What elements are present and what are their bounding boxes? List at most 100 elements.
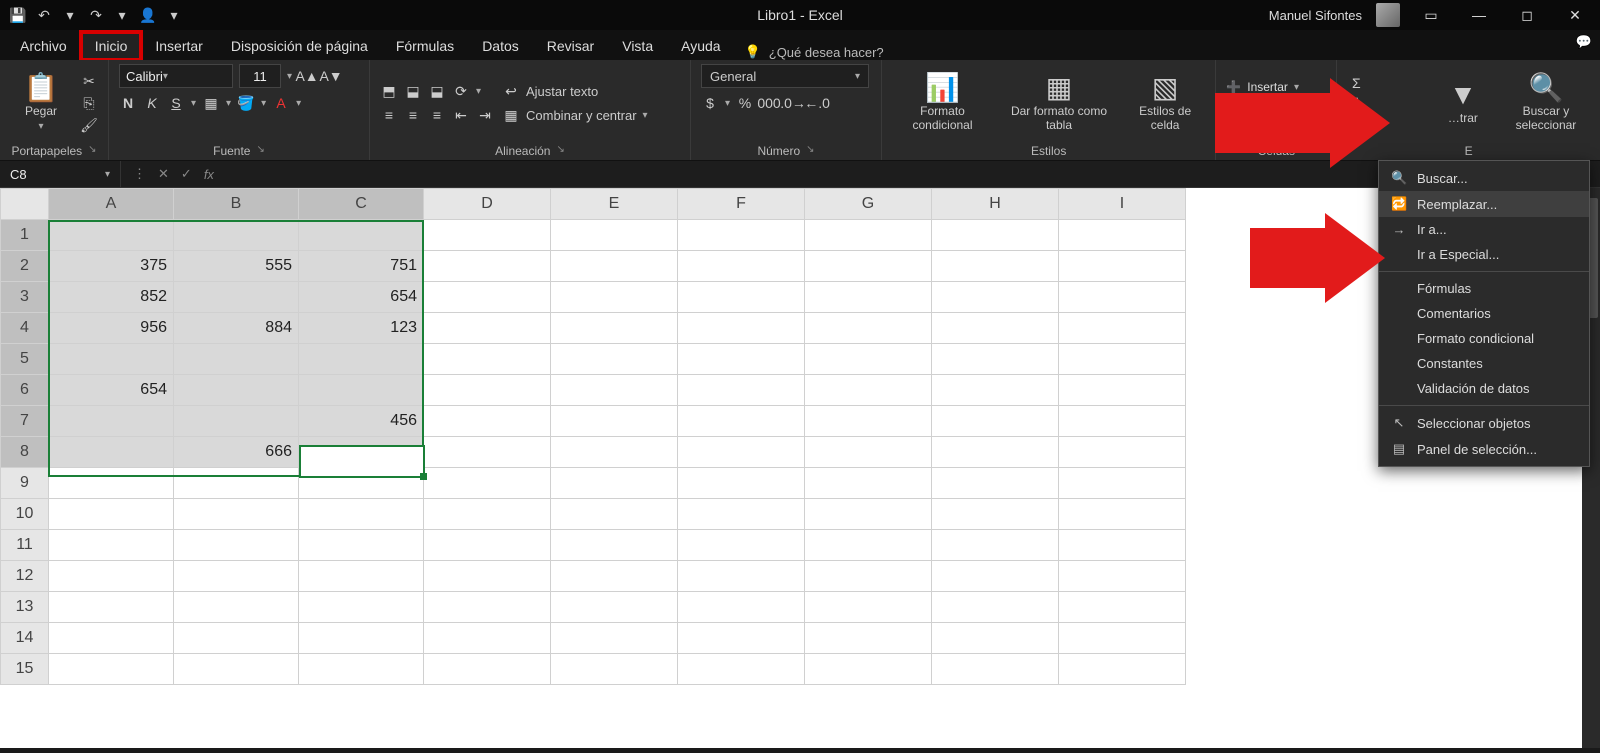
cell-B1[interactable] <box>174 220 299 251</box>
col-header-A[interactable]: A <box>49 189 174 220</box>
dialog-launcher-icon[interactable]: ↘ <box>256 144 264 158</box>
save-icon[interactable]: 💾 <box>10 7 26 23</box>
row-header-6[interactable]: 6 <box>1 375 49 406</box>
undo-icon[interactable]: ↶ <box>36 7 52 23</box>
tab-datos[interactable]: Datos <box>468 32 533 60</box>
col-header-I[interactable]: I <box>1059 189 1186 220</box>
borders-icon[interactable]: ▦ <box>202 94 220 112</box>
cell-C6[interactable] <box>299 375 424 406</box>
minimize-icon[interactable]: — <box>1462 0 1496 30</box>
italic-icon[interactable]: K <box>143 94 161 112</box>
menu-buscar[interactable]: 🔍Buscar... <box>1379 165 1589 191</box>
row-header-10[interactable]: 10 <box>1 499 49 530</box>
col-header-F[interactable]: F <box>678 189 805 220</box>
underline-icon[interactable]: S <box>167 94 185 112</box>
cell-C7[interactable]: 456 <box>299 406 424 437</box>
menu-comentarios[interactable]: Comentarios <box>1379 301 1589 326</box>
cell-C4[interactable]: 123 <box>299 313 424 344</box>
tab-insertar[interactable]: Insertar <box>141 32 216 60</box>
accept-formula-icon[interactable]: ✓ <box>181 166 192 182</box>
avatar[interactable] <box>1376 3 1400 27</box>
col-header-G[interactable]: G <box>805 189 932 220</box>
menu-validacion[interactable]: Validación de datos <box>1379 376 1589 401</box>
format-table-button[interactable]: ▦Dar formato como tabla <box>1001 72 1117 135</box>
row-header-4[interactable]: 4 <box>1 313 49 344</box>
cell-A8[interactable] <box>49 437 174 468</box>
menu-reemplazar[interactable]: 🔁Reemplazar... <box>1379 191 1589 217</box>
font-color-icon[interactable]: A <box>272 94 290 112</box>
menu-ir-especial[interactable]: Ir a Especial... <box>1379 242 1589 267</box>
cell-C3[interactable]: 654 <box>299 282 424 313</box>
decrease-font-icon[interactable]: A▼ <box>322 67 340 85</box>
tab-archivo[interactable]: Archivo <box>6 32 81 60</box>
tab-formulas[interactable]: Fórmulas <box>382 32 468 60</box>
menu-panel-seleccion[interactable]: ▤Panel de selección... <box>1379 436 1589 462</box>
tell-me[interactable]: 💡 ¿Qué desea hacer? <box>745 44 884 60</box>
currency-icon[interactable]: $ <box>701 94 719 112</box>
row-header-13[interactable]: 13 <box>1 592 49 623</box>
paste-button[interactable]: 📋 Pegar ▾ <box>10 72 72 133</box>
dialog-launcher-icon[interactable]: ↘ <box>88 144 96 158</box>
comma-icon[interactable]: 000 <box>760 94 778 112</box>
merge-center-button[interactable]: ▦Combinar y centrar▾ <box>502 106 648 124</box>
ribbon-display-icon[interactable]: ▭ <box>1414 0 1448 30</box>
row-header-7[interactable]: 7 <box>1 406 49 437</box>
fill-color-icon[interactable]: 🪣 <box>237 94 255 112</box>
undo-dropdown-icon[interactable]: ▾ <box>62 7 78 23</box>
cancel-formula-icon[interactable]: ✕ <box>158 166 169 182</box>
cell-C8[interactable] <box>299 437 424 468</box>
col-header-C[interactable]: C <box>299 189 424 220</box>
cell-B4[interactable]: 884 <box>174 313 299 344</box>
menu-formulas[interactable]: Fórmulas <box>1379 276 1589 301</box>
tab-disposicion[interactable]: Disposición de página <box>217 32 382 60</box>
orientation-icon[interactable]: ⟳ <box>452 82 470 100</box>
cell-A7[interactable] <box>49 406 174 437</box>
cell-A3[interactable]: 852 <box>49 282 174 313</box>
col-header-B[interactable]: B <box>174 189 299 220</box>
qat-customize-icon[interactable]: ▾ <box>166 7 182 23</box>
row-header-15[interactable]: 15 <box>1 654 49 685</box>
bold-icon[interactable]: N <box>119 94 137 112</box>
col-header-D[interactable]: D <box>424 189 551 220</box>
align-center-icon[interactable]: ≡ <box>404 106 422 124</box>
cell-B6[interactable] <box>174 375 299 406</box>
font-name-input[interactable]: Calibri▾ <box>119 64 233 88</box>
fill-handle[interactable] <box>420 473 427 480</box>
insert-cells-button[interactable]: ➕Insertar▾ <box>1226 80 1299 94</box>
increase-indent-icon[interactable]: ⇥ <box>476 106 494 124</box>
conditional-format-button[interactable]: 📊Formato condicional <box>892 72 993 135</box>
decrease-decimal-icon[interactable]: ←.0 <box>808 94 826 112</box>
menu-constantes[interactable]: Constantes <box>1379 351 1589 376</box>
redo-dropdown-icon[interactable]: ▾ <box>114 7 130 23</box>
user-icon[interactable]: 👤 <box>140 7 156 23</box>
cell-B8[interactable]: 666 <box>174 437 299 468</box>
cell-styles-button[interactable]: ▧Estilos de celda <box>1125 72 1205 135</box>
cut-icon[interactable]: ✂ <box>80 72 98 90</box>
cell-B3[interactable] <box>174 282 299 313</box>
number-format-select[interactable]: General▾ <box>701 64 869 88</box>
sort-filter-button[interactable]: ▼…trar <box>1432 79 1494 127</box>
user-name[interactable]: Manuel Sifontes <box>1269 8 1362 23</box>
name-box[interactable]: C8▾ <box>0 161 121 187</box>
row-header-3[interactable]: 3 <box>1 282 49 313</box>
cell-C1[interactable] <box>299 220 424 251</box>
increase-decimal-icon[interactable]: .0→ <box>784 94 802 112</box>
row-header-9[interactable]: 9 <box>1 468 49 499</box>
align-bottom-icon[interactable]: ⬓ <box>428 82 446 100</box>
cell-B2[interactable]: 555 <box>174 251 299 282</box>
cell-A4[interactable]: 956 <box>49 313 174 344</box>
col-header-E[interactable]: E <box>551 189 678 220</box>
dialog-launcher-icon[interactable]: ↘ <box>806 144 814 158</box>
row-header-14[interactable]: 14 <box>1 623 49 654</box>
align-middle-icon[interactable]: ⬓ <box>404 82 422 100</box>
format-painter-icon[interactable]: 🖌 <box>80 116 98 134</box>
tab-vista[interactable]: Vista <box>608 32 667 60</box>
align-left-icon[interactable]: ≡ <box>380 106 398 124</box>
select-all-corner[interactable] <box>1 189 49 220</box>
cell-B7[interactable] <box>174 406 299 437</box>
row-header-11[interactable]: 11 <box>1 530 49 561</box>
tab-inicio[interactable]: Inicio <box>81 32 142 60</box>
cell-D1[interactable] <box>424 220 551 251</box>
copy-icon[interactable]: ⎘ <box>80 94 98 112</box>
tab-ayuda[interactable]: Ayuda <box>667 32 734 60</box>
